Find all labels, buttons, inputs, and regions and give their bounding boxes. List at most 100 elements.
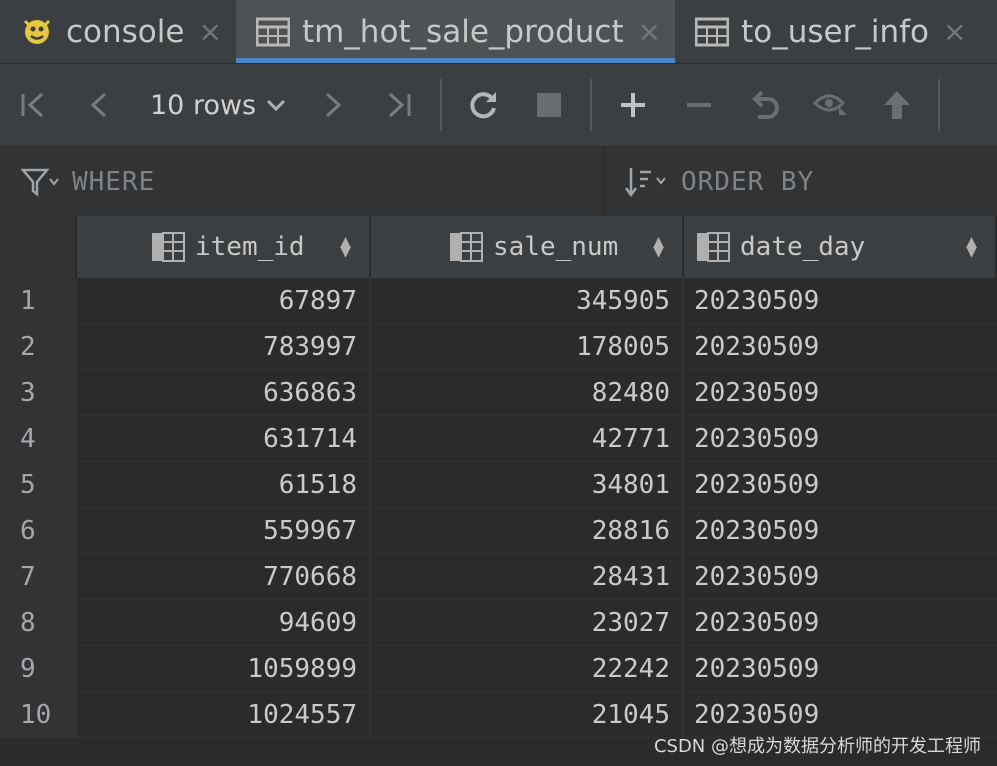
cell-item-id[interactable]: 559967 [77,508,371,554]
row-number: 2 [0,324,77,370]
table-icon [695,17,730,47]
cell-sale-num[interactable]: 23027 [371,600,684,646]
row-number: 4 [0,416,77,462]
table-icon [255,17,290,47]
where-filter-field[interactable]: WHERE [0,147,605,216]
cell-item-id[interactable]: 631714 [77,416,371,462]
cell-date-day[interactable]: 20230509 [684,278,997,324]
toolbar-separator [590,79,593,131]
tab-label: to_user_info [741,13,929,50]
cell-date-day[interactable]: 20230509 [684,554,997,600]
order-by-field[interactable]: ORDER BY [605,147,997,216]
editor-tab-bar: console × tm_hot_sale_product × to_user_… [0,0,997,64]
column-icon [449,232,483,262]
cell-sale-num[interactable]: 21045 [371,692,684,738]
page-size-select[interactable]: 10 rows [132,64,300,146]
table-row[interactable]: 9 1059899 22242 20230509 [0,646,997,692]
row-number: 8 [0,600,77,646]
sort-toggle-icon[interactable]: ▲ ▼ [653,233,664,261]
cell-sale-num[interactable]: 28431 [371,554,684,600]
tab-tm-hot-sale-product[interactable]: tm_hot_sale_product × [235,0,676,63]
close-icon[interactable]: × [198,15,221,48]
cell-sale-num[interactable]: 22242 [371,646,684,692]
add-row-icon[interactable] [600,64,666,146]
page-size-label: 10 rows [150,89,257,121]
preview-changes-icon[interactable] [798,64,864,146]
row-number: 9 [0,646,77,692]
table-row[interactable]: 8 94609 23027 20230509 [0,600,997,646]
tab-label: tm_hot_sale_product [301,13,624,50]
watermark-text: CSDN @想成为数据分析师的开发工程师 [653,736,981,757]
table-row[interactable]: 1 67897 345905 20230509 [0,278,997,324]
tab-label: console [66,13,185,50]
cell-item-id[interactable]: 1024557 [77,692,371,738]
row-number: 6 [0,508,77,554]
table-row[interactable]: 5 61518 34801 20230509 [0,462,997,508]
table-row[interactable]: 7 770668 28431 20230509 [0,554,997,600]
last-page-icon[interactable] [366,64,432,146]
console-icon [20,15,54,49]
sort-toggle-icon[interactable]: ▲ ▼ [340,233,351,261]
cell-sale-num[interactable]: 34801 [371,462,684,508]
cell-item-id[interactable]: 783997 [77,324,371,370]
row-number-header [0,216,77,278]
column-header-date-day[interactable]: date_day ▲ ▼ [684,216,997,278]
column-icon [151,232,185,262]
cell-item-id[interactable]: 636863 [77,370,371,416]
next-page-icon[interactable] [300,64,366,146]
cell-date-day[interactable]: 20230509 [684,646,997,692]
column-header-sale-num[interactable]: sale_num ▲ ▼ [371,216,684,278]
table-row[interactable]: 2 783997 178005 20230509 [0,324,997,370]
tab-overflow[interactable] [980,0,997,63]
table-row[interactable]: 4 631714 42771 20230509 [0,416,997,462]
toolbar-separator [440,79,443,131]
tab-console[interactable]: console × [0,0,236,63]
revert-icon[interactable] [732,64,798,146]
cell-item-id[interactable]: 94609 [77,600,371,646]
row-number: 5 [0,462,77,508]
row-number: 7 [0,554,77,600]
stop-icon[interactable] [516,64,582,146]
cell-date-day[interactable]: 20230509 [684,508,997,554]
filter-icon[interactable] [20,167,60,197]
cell-sale-num[interactable]: 345905 [371,278,684,324]
cell-date-day[interactable]: 20230509 [684,324,997,370]
filter-bar: WHERE ORDER BY [0,146,997,216]
column-header-item-id[interactable]: item_id ▲ ▼ [77,216,371,278]
column-header-label: item_id [195,232,305,262]
result-toolbar: 10 rows [0,64,997,146]
sort-order-icon[interactable] [625,166,669,198]
submit-icon[interactable] [864,64,930,146]
row-number: 10 [0,692,77,738]
cell-item-id[interactable]: 770668 [77,554,371,600]
where-placeholder: WHERE [72,166,156,197]
row-number: 1 [0,278,77,324]
chevron-down-icon [266,93,286,117]
cell-date-day[interactable]: 20230509 [684,462,997,508]
order-by-placeholder: ORDER BY [681,166,815,197]
refresh-icon[interactable] [450,64,516,146]
row-number: 3 [0,370,77,416]
cell-date-day[interactable]: 20230509 [684,370,997,416]
result-grid: item_id ▲ ▼ sale_num ▲ ▼ date_day ▲ ▼ 1 … [0,216,997,766]
cell-item-id[interactable]: 1059899 [77,646,371,692]
cell-sale-num[interactable]: 82480 [371,370,684,416]
cell-item-id[interactable]: 67897 [77,278,371,324]
cell-item-id[interactable]: 61518 [77,462,371,508]
close-icon[interactable]: × [638,15,661,48]
cell-date-day[interactable]: 20230509 [684,600,997,646]
sort-toggle-icon[interactable]: ▲ ▼ [966,233,977,261]
delete-row-icon[interactable] [666,64,732,146]
first-page-icon[interactable] [0,64,66,146]
table-row[interactable]: 3 636863 82480 20230509 [0,370,997,416]
table-row[interactable]: 6 559967 28816 20230509 [0,508,997,554]
column-header-label: date_day [740,232,866,262]
toolbar-separator [938,79,941,131]
previous-page-icon[interactable] [66,64,132,146]
cell-sale-num[interactable]: 28816 [371,508,684,554]
tab-to-user-info[interactable]: to_user_info × [675,0,980,63]
cell-sale-num[interactable]: 42771 [371,416,684,462]
cell-date-day[interactable]: 20230509 [684,416,997,462]
close-icon[interactable]: × [943,15,966,48]
cell-sale-num[interactable]: 178005 [371,324,684,370]
